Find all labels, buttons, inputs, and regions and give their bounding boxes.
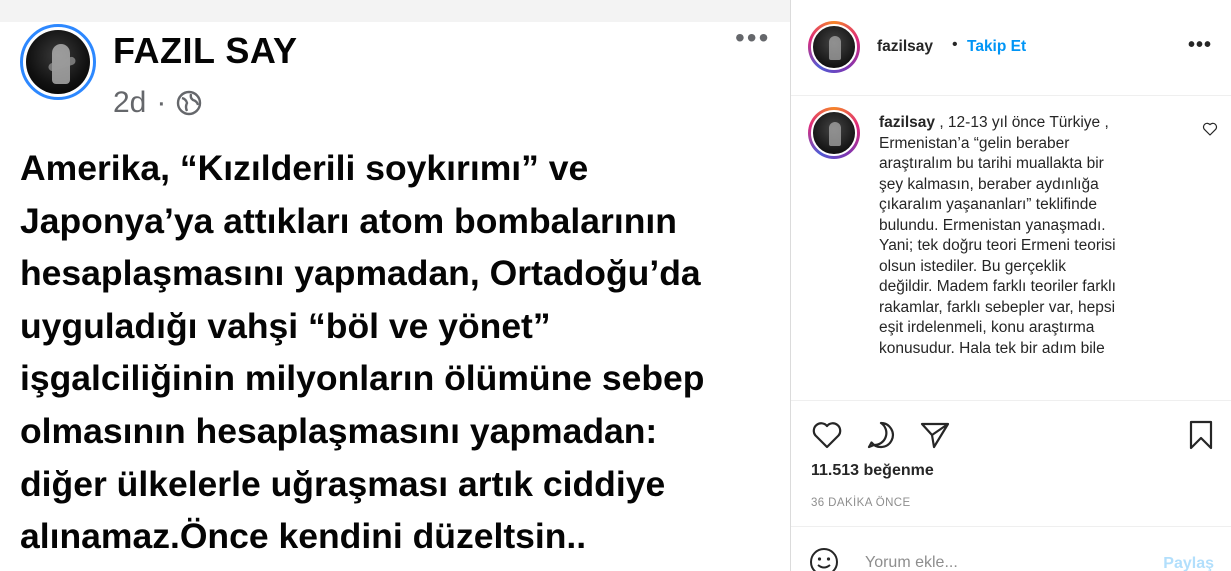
fb-more-icon: ••• [735,22,771,53]
author-username-link[interactable]: fazilsay [877,38,933,56]
caption-line: olsun istediler. Bu gerçeklik [879,257,1066,275]
emoji-icon[interactable] [809,547,839,571]
caption-line: araştıralım bu tarihi muallakta bir [879,155,1104,172]
fb-body-line: işgalciliğinin milyonların ölümüne sebep [20,358,705,399]
post-timestamp[interactable]: 36 DAKİKA ÖNCE [811,497,911,509]
caption-line: Ermenistan’a “gelin beraber [879,134,1070,152]
fb-author-name: FAZIL SAY [113,30,298,71]
fb-body-line: alınamaz.Önce kendini düzeltsin.. [20,516,587,557]
caption-text: fazilsay , 12-13 yıl önce Türkiye , Erme… [879,113,1179,359]
caption-section[interactable]: fazilsay , 12-13 yıl önce Türkiye , Erme… [791,97,1231,399]
fb-body-line: diğer ülkelerle uğraşması artık ciddiye [20,463,666,504]
fb-post-meta: 2d · [113,86,202,120]
caption-line: eşit irdelenmeli, konu araştırma [879,319,1095,336]
globe-icon [177,90,202,116]
post-side-panel: fazilsay • Takip Et ••• fazilsay , 12-13… [790,0,1231,571]
more-options-icon[interactable]: ••• [1188,34,1212,57]
caption-avatar[interactable] [808,107,860,159]
like-heart-icon[interactable] [811,419,843,451]
caption-line: şey kalmasın, beraber aydınlığa [879,175,1099,193]
comment-icon[interactable] [865,419,897,451]
caption-line: , 12-13 yıl önce Türkiye , [935,114,1109,131]
share-send-icon[interactable] [919,419,951,451]
post-header: fazilsay • Takip Et ••• [791,0,1231,96]
fb-post-body: Amerika, “Kızılderili soykırımı” ve Japo… [20,142,780,563]
image-top-strip [0,0,790,22]
caption-line: Yani; tek doğru teori Ermeni teorisi [879,237,1116,254]
caption-line: rakamlar, farklı sebepler var, hepsi [879,298,1116,316]
save-bookmark-icon[interactable] [1185,419,1217,451]
caption-username-link[interactable]: fazilsay [879,114,935,131]
caption-like-heart-icon[interactable] [1202,121,1218,137]
author-avatar[interactable] [808,21,860,73]
caption-line: çıkaralım yaşananları” teklifinde [879,196,1097,213]
post-comment-button[interactable]: Paylaş [1163,555,1214,571]
comment-input[interactable] [865,554,1135,571]
likes-count[interactable]: 11.513 beğenme [811,462,934,480]
header-dot: • [952,36,958,53]
caption-line: konusudur. Hala tek bir adım bile [879,339,1105,357]
fb-avatar [20,24,96,100]
caption-line: değildir. Madem farklı teoriler farklı [879,278,1116,295]
post-actions: 11.513 beğenme 36 DAKİKA ÖNCE [791,400,1231,526]
fb-body-line: Amerika, “Kızılderili soykırımı” ve [20,148,589,188]
post-image[interactable]: FAZIL SAY 2d · ••• Amerika, “Kızılderili… [0,0,790,571]
fb-meta-separator: · [156,86,167,119]
caption-line: bulundu. Ermenistan yanaşmadı. [879,216,1106,234]
fb-body-line: uyguladığı vahşi “böl ve yönet” [20,305,551,346]
comment-bar: Paylaş [791,526,1231,571]
fb-body-line: hesaplaşmasını yapmadan, Ortadoğu’da [20,253,701,294]
fb-body-line: olmasının hesaplaşmasını yapmadan: [20,410,658,451]
fb-body-line: Japonya’ya attıkları atom bombalarının [20,200,677,241]
follow-button[interactable]: Takip Et [967,38,1026,56]
fb-post-time: 2d [113,86,147,119]
